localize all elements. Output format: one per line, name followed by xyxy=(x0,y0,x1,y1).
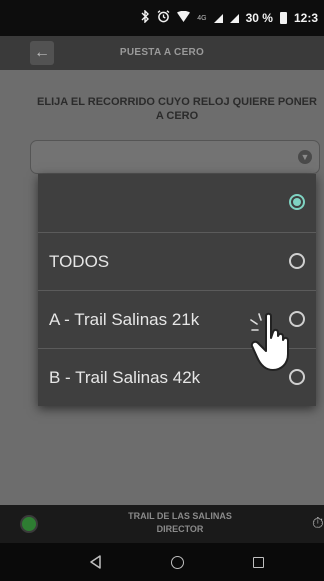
course-select[interactable]: ▼ xyxy=(30,140,320,174)
option-todos[interactable]: TODOS xyxy=(38,232,316,289)
chevron-down-icon: ▼ xyxy=(298,150,312,164)
back-triangle-icon[interactable] xyxy=(89,555,103,569)
signal-icon xyxy=(213,13,223,23)
stopwatch-icon[interactable]: ⏱ xyxy=(312,513,324,535)
alarm-icon xyxy=(157,10,170,26)
wifi-icon xyxy=(177,10,191,25)
option-label: TODOS xyxy=(49,252,110,271)
clock: 12:3 xyxy=(293,11,318,25)
arrow-left-icon: ← xyxy=(34,44,50,61)
radio-selected[interactable] xyxy=(289,194,305,210)
footer-title-line1: TRAIL DE LAS SALINAS xyxy=(128,511,232,521)
option-empty[interactable] xyxy=(38,174,316,231)
back-button[interactable]: ← xyxy=(30,41,54,65)
course-prompt: ELIJA EL RECORRIDO CUYO RELOJ QUIERE PON… xyxy=(37,96,317,122)
bluetooth-icon xyxy=(141,9,150,26)
footer-title-line2: DIRECTOR xyxy=(156,524,204,534)
recents-square-icon[interactable] xyxy=(253,557,264,568)
hand-pointer-icon xyxy=(250,312,289,371)
home-circle-icon[interactable] xyxy=(171,556,184,569)
footer-bar: TRAIL DE LAS SALINAS DIRECTOR ⏱ xyxy=(0,505,324,543)
option-label: A - Trail Salinas 21k xyxy=(49,310,200,329)
battery-percent: 30 % xyxy=(245,11,273,25)
network-label: 4G xyxy=(197,14,207,22)
system-nav-bar xyxy=(0,543,324,581)
radio-unselected[interactable] xyxy=(289,253,305,269)
option-label: B - Trail Salinas 42k xyxy=(49,368,201,387)
status-bar: 4G 30 % 12:3 xyxy=(0,0,324,36)
signal-icon xyxy=(229,13,239,23)
footer-title: TRAIL DE LAS SALINAS DIRECTOR xyxy=(90,510,270,536)
app-bar: PUESTA A CERO ← xyxy=(0,36,324,70)
status-indicator-icon xyxy=(20,515,38,533)
battery-icon xyxy=(279,12,287,24)
